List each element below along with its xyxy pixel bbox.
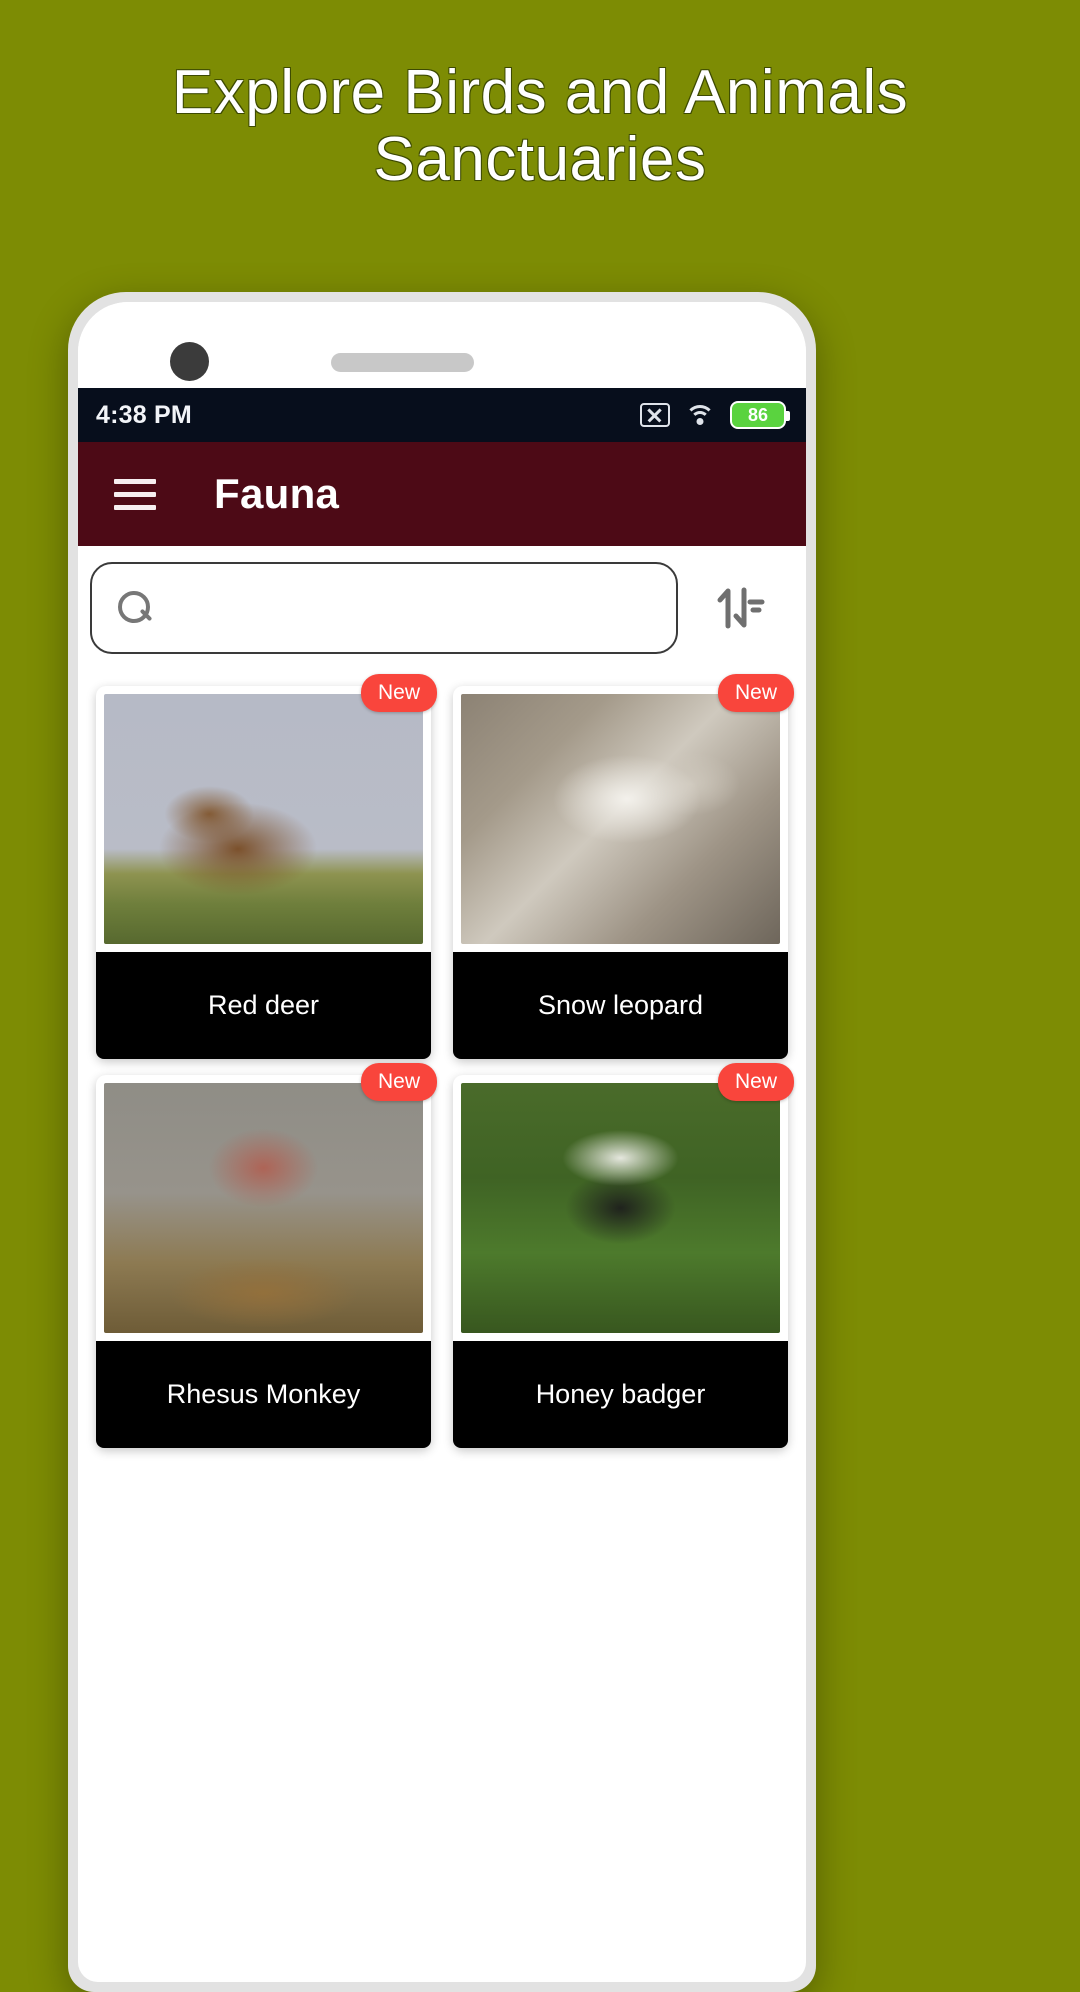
- card-photo-wrap: New: [453, 1063, 794, 1333]
- animal-photo: [461, 1083, 780, 1333]
- card-photo-wrap: New: [96, 674, 437, 944]
- card-photo-wrap: New: [96, 1063, 437, 1333]
- animal-name-label: Honey badger: [453, 1341, 788, 1448]
- animal-card[interactable]: New Rhesus Monkey: [96, 1063, 437, 1448]
- app-bar-title: Fauna: [214, 470, 340, 517]
- sim-no-signal-icon: [640, 403, 670, 427]
- search-input[interactable]: [170, 592, 650, 624]
- battery-icon: 86: [730, 401, 790, 429]
- new-badge: New: [360, 1063, 437, 1101]
- hamburger-menu-icon[interactable]: [114, 471, 156, 518]
- phone-screen: 4:38 PM 86 Fauna New Red deer New Snow l…: [78, 302, 806, 1982]
- status-bar: 4:38 PM 86: [78, 388, 806, 442]
- animal-photo: [461, 694, 780, 944]
- status-bar-clock: 4:38 PM: [96, 400, 192, 429]
- search-icon: [118, 591, 152, 625]
- phone-mockup: 4:38 PM 86 Fauna New Red deer New Snow l…: [68, 292, 816, 1992]
- earpiece-speaker: [331, 353, 474, 372]
- animal-name-label: Red deer: [96, 952, 431, 1059]
- search-box[interactable]: [90, 562, 678, 654]
- animal-card-grid: New Red deer New Snow leopard New Rhesus…: [78, 672, 806, 1448]
- animal-card[interactable]: New Honey badger: [453, 1063, 794, 1448]
- animal-card[interactable]: New Red deer: [96, 674, 437, 1059]
- phone-top-bezel: [78, 302, 806, 388]
- status-bar-icons: 86: [640, 401, 790, 429]
- sort-arrows-icon[interactable]: [692, 562, 784, 654]
- animal-photo: [104, 1083, 423, 1333]
- front-camera-icon: [170, 342, 209, 381]
- animal-photo: [104, 694, 423, 944]
- animal-name-label: Snow leopard: [453, 952, 788, 1059]
- new-badge: New: [717, 674, 794, 712]
- promo-headline-line-2: Sanctuaries: [373, 124, 707, 194]
- wifi-icon: [684, 403, 716, 427]
- new-badge: New: [360, 674, 437, 712]
- animal-card[interactable]: New Snow leopard: [453, 674, 794, 1059]
- promo-headline: Explore Birds and Animals Sanctuaries: [0, 58, 1080, 194]
- promo-headline-line-1: Explore Birds and Animals: [171, 58, 909, 127]
- battery-level-label: 86: [747, 404, 769, 425]
- card-photo-wrap: New: [453, 674, 794, 944]
- search-row: [78, 546, 806, 672]
- app-bar: Fauna: [78, 442, 806, 546]
- animal-name-label: Rhesus Monkey: [96, 1341, 431, 1448]
- new-badge: New: [717, 1063, 794, 1101]
